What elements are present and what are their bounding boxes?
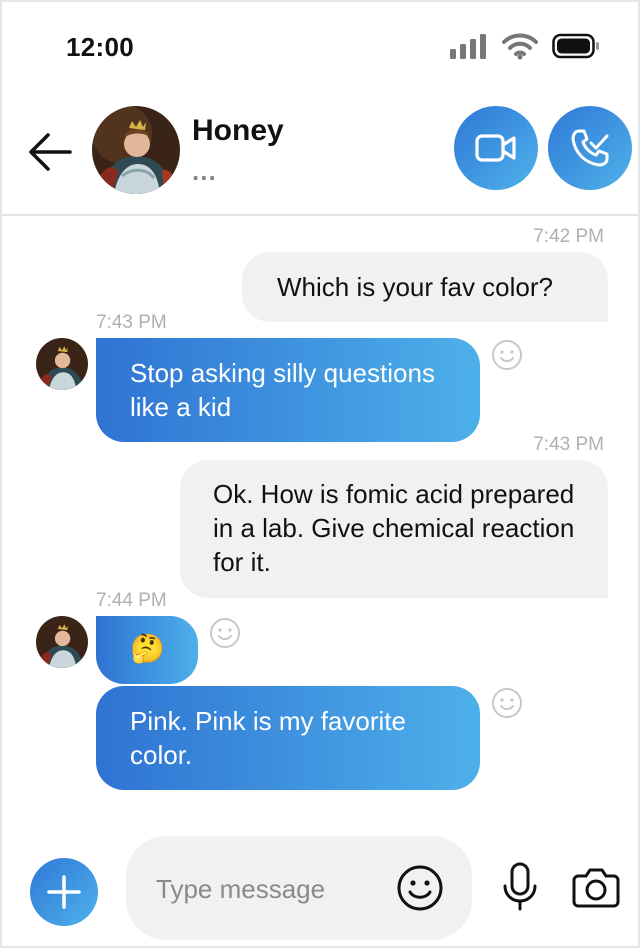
add-attachment-button[interactable] <box>30 858 98 926</box>
status-time: 12:00 <box>66 32 134 62</box>
voice-message-button[interactable] <box>500 862 540 912</box>
arrow-left-icon <box>29 133 72 171</box>
microphone-icon <box>503 862 537 911</box>
message-input[interactable] <box>156 870 396 908</box>
message-text: Stop asking silly questions like a kid <box>130 358 435 422</box>
wifi-icon <box>502 33 538 60</box>
smiley-icon <box>492 688 522 718</box>
react-button[interactable] <box>491 687 523 719</box>
status-icons <box>450 32 600 60</box>
chat-screen: 12:00 Honey ... 7:42 PM Which is your fa… <box>0 0 640 948</box>
contact-avatar[interactable] <box>92 106 180 194</box>
emoji-button[interactable] <box>396 864 444 912</box>
avatar-image <box>92 106 180 194</box>
message-timestamp: 7:43 PM <box>96 312 167 333</box>
sender-avatar <box>36 616 88 668</box>
video-call-button[interactable] <box>454 106 538 190</box>
react-button[interactable] <box>209 617 241 649</box>
message-timestamp: 7:43 PM <box>533 434 604 455</box>
smiley-icon <box>492 340 522 370</box>
chat-header: Honey ... <box>2 92 638 216</box>
message-text: Pink. Pink is my favorite color. <box>130 706 406 770</box>
back-button[interactable] <box>24 126 76 178</box>
message-text: Which is your fav color? <box>277 272 553 302</box>
phone-check-icon <box>571 129 609 167</box>
message-timestamp: 7:42 PM <box>533 226 604 247</box>
message-text: Ok. How is fomic acid prepared in a lab.… <box>213 479 575 577</box>
incoming-message[interactable]: Pink. Pink is my favorite color. <box>96 686 480 790</box>
typing-indicator: ... <box>192 156 217 186</box>
video-camera-icon <box>475 134 516 162</box>
outgoing-message[interactable]: Which is your fav color? <box>242 252 608 322</box>
message-timestamp: 7:44 PM <box>96 590 167 611</box>
smiley-icon <box>397 865 443 911</box>
battery-icon <box>552 33 599 59</box>
message-composer <box>126 836 472 940</box>
plus-icon <box>47 875 81 909</box>
smiley-icon <box>210 618 240 648</box>
camera-button[interactable] <box>572 862 620 910</box>
sender-avatar <box>36 338 88 390</box>
avatar-image <box>36 338 88 390</box>
avatar-image <box>36 616 88 668</box>
voice-call-button[interactable] <box>548 106 632 190</box>
outgoing-message[interactable]: Ok. How is fomic acid prepared in a lab.… <box>180 460 608 598</box>
incoming-message[interactable]: 🤔 <box>96 616 198 684</box>
message-emoji: 🤔 <box>130 633 165 664</box>
incoming-message[interactable]: Stop asking silly questions like a kid <box>96 338 480 442</box>
react-button[interactable] <box>491 339 523 371</box>
camera-icon <box>572 868 620 908</box>
signal-icon <box>450 34 486 59</box>
contact-name: Honey <box>192 114 284 147</box>
